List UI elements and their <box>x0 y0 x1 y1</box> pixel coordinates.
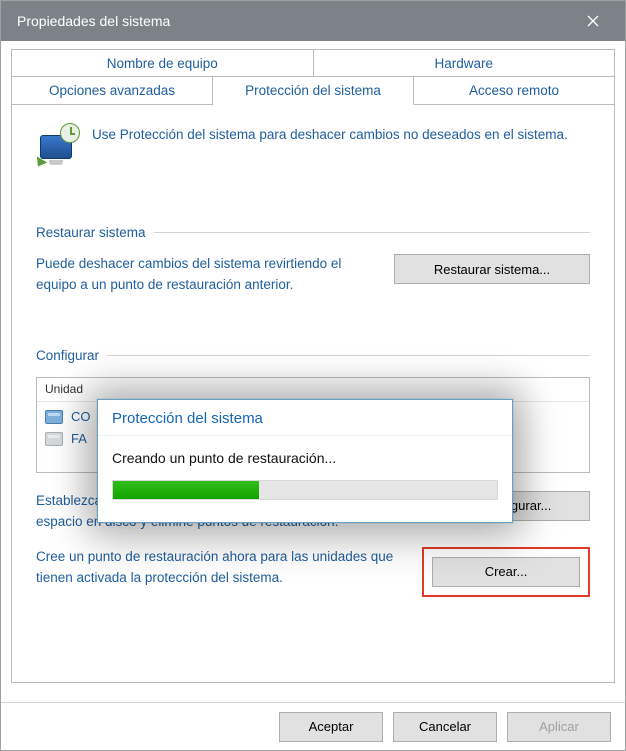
tab-computer-name[interactable]: Nombre de equipo <box>11 49 314 77</box>
system-protection-panel: Use Protección del sistema para deshacer… <box>11 105 615 683</box>
titlebar: Propiedades del sistema <box>1 1 625 41</box>
section-restore-label: Restaurar sistema <box>36 225 146 240</box>
disk-icon <box>45 410 63 424</box>
intro-text: Use Protección del sistema para deshacer… <box>92 125 568 185</box>
progress-dialog-title: Protección del sistema <box>98 400 512 436</box>
restore-row: Puede deshacer cambios del sistema revir… <box>36 254 590 296</box>
section-configure-label: Configurar <box>36 348 99 363</box>
drives-header-unit: Unidad <box>45 382 83 396</box>
tab-system-protection[interactable]: Protección del sistema <box>213 76 414 105</box>
create-row: Cree un punto de restauración ahora para… <box>36 547 590 597</box>
close-button[interactable] <box>573 1 613 41</box>
cancel-button[interactable]: Cancelar <box>393 712 497 742</box>
disk-icon <box>45 432 63 446</box>
create-description: Cree un punto de restauración ahora para… <box>36 547 404 589</box>
tabs-row-top: Nombre de equipo Hardware <box>11 49 615 77</box>
progress-bar-track <box>112 480 498 500</box>
intro-row: Use Protección del sistema para deshacer… <box>36 125 590 185</box>
section-restore-header: Restaurar sistema <box>36 225 590 240</box>
create-restore-point-button[interactable]: Crear... <box>432 557 580 587</box>
progress-message: Creando un punto de restauración... <box>112 450 498 466</box>
restore-system-button[interactable]: Restaurar sistema... <box>394 254 590 284</box>
restore-description: Puede deshacer cambios del sistema revir… <box>36 254 376 296</box>
apply-button[interactable]: Aplicar <box>507 712 611 742</box>
tab-hardware[interactable]: Hardware <box>314 49 616 77</box>
drive-label: FA <box>71 431 87 446</box>
progress-dialog: Protección del sistema Creando un punto … <box>97 399 513 523</box>
create-button-highlight: Crear... <box>422 547 590 597</box>
tab-remote-access[interactable]: Acceso remoto <box>414 76 615 105</box>
drive-label: CO <box>71 409 91 424</box>
close-icon <box>587 15 599 27</box>
progress-dialog-body: Creando un punto de restauración... <box>98 436 512 522</box>
progress-bar-fill <box>113 481 259 499</box>
system-properties-window: Propiedades del sistema Nombre de equipo… <box>0 0 626 751</box>
dialog-footer: Aceptar Cancelar Aplicar <box>1 702 625 750</box>
system-protection-icon <box>36 125 78 167</box>
tab-advanced-options[interactable]: Opciones avanzadas <box>11 76 213 105</box>
window-content: Nombre de equipo Hardware Opciones avanz… <box>1 41 625 750</box>
window-title: Propiedades del sistema <box>17 13 170 29</box>
ok-button[interactable]: Aceptar <box>279 712 383 742</box>
tabs-row-bottom: Opciones avanzadas Protección del sistem… <box>11 76 615 105</box>
section-configure-header: Configurar <box>36 348 590 363</box>
